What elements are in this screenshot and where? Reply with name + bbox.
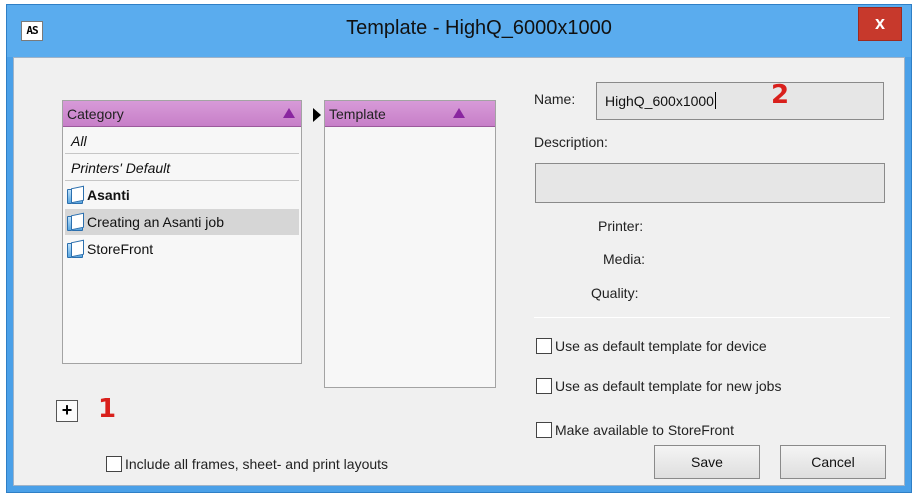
- name-field-value: HighQ_600x1000: [605, 93, 714, 109]
- annotation-marker-2: 2: [771, 80, 790, 110]
- category-item-label: StoreFront: [87, 241, 154, 257]
- category-item-label: Printers' Default: [71, 160, 171, 176]
- template-header-label: Template: [329, 106, 386, 122]
- window-title: Template - HighQ_6000x1000: [346, 17, 612, 39]
- dialog-body: Category All Printers' Default Asanti Cr…: [13, 57, 905, 486]
- category-item-storefront[interactable]: StoreFront: [65, 236, 299, 262]
- quality-label: Quality:: [591, 285, 639, 301]
- category-item-label: Creating an Asanti job: [87, 214, 224, 230]
- default-new-jobs-label: Use as default template for new jobs: [555, 378, 782, 394]
- sort-ascending-icon[interactable]: [453, 108, 465, 118]
- default-device-checkbox[interactable]: [536, 338, 552, 354]
- category-item-asanti[interactable]: Asanti: [65, 182, 299, 208]
- category-list[interactable]: Category All Printers' Default Asanti Cr…: [62, 100, 302, 364]
- category-item-all[interactable]: All: [65, 128, 299, 154]
- current-row-arrow-icon: [313, 108, 321, 122]
- template-dialog: AS Template - HighQ_6000x1000 x Category…: [6, 4, 912, 493]
- category-item-label: All: [71, 133, 87, 149]
- category-item-creating-an-asanti-job[interactable]: Creating an Asanti job: [65, 209, 299, 235]
- folder-icon: [67, 241, 84, 258]
- default-device-option[interactable]: Use as default template for device: [536, 338, 767, 354]
- include-frames-option[interactable]: Include all frames, sheet- and print lay…: [106, 456, 388, 472]
- template-column-header[interactable]: Template: [325, 101, 495, 127]
- category-header-label: Category: [67, 106, 124, 122]
- category-item-printers-default[interactable]: Printers' Default: [65, 155, 299, 181]
- storefront-option[interactable]: Make available to StoreFront: [536, 422, 734, 438]
- default-device-label: Use as default template for device: [555, 338, 767, 354]
- name-field[interactable]: HighQ_600x1000: [596, 82, 884, 120]
- default-new-jobs-checkbox[interactable]: [536, 378, 552, 394]
- options-separator: [534, 317, 890, 318]
- cancel-button[interactable]: Cancel: [780, 445, 886, 479]
- title-bar[interactable]: AS Template - HighQ_6000x1000 x: [7, 5, 911, 57]
- name-label: Name:: [534, 91, 576, 107]
- include-frames-checkbox[interactable]: [106, 456, 122, 472]
- folder-icon: [67, 214, 84, 231]
- template-list[interactable]: Template: [324, 100, 496, 388]
- description-field[interactable]: [535, 163, 885, 203]
- storefront-checkbox[interactable]: [536, 422, 552, 438]
- storefront-label: Make available to StoreFront: [555, 422, 734, 438]
- annotation-marker-1: 1: [98, 394, 117, 424]
- sort-ascending-icon[interactable]: [283, 108, 295, 118]
- save-button[interactable]: Save: [654, 445, 760, 479]
- folder-icon: [67, 187, 84, 204]
- category-item-label: Asanti: [87, 187, 130, 203]
- printer-label: Printer:: [598, 218, 644, 234]
- default-new-jobs-option[interactable]: Use as default template for new jobs: [536, 378, 781, 394]
- description-label: Description:: [534, 134, 608, 150]
- category-column-header[interactable]: Category: [63, 101, 301, 127]
- include-frames-label: Include all frames, sheet- and print lay…: [125, 456, 389, 472]
- media-label: Media:: [603, 251, 646, 267]
- add-category-button[interactable]: +: [56, 400, 78, 422]
- close-button[interactable]: x: [858, 7, 902, 41]
- text-caret: [714, 92, 716, 109]
